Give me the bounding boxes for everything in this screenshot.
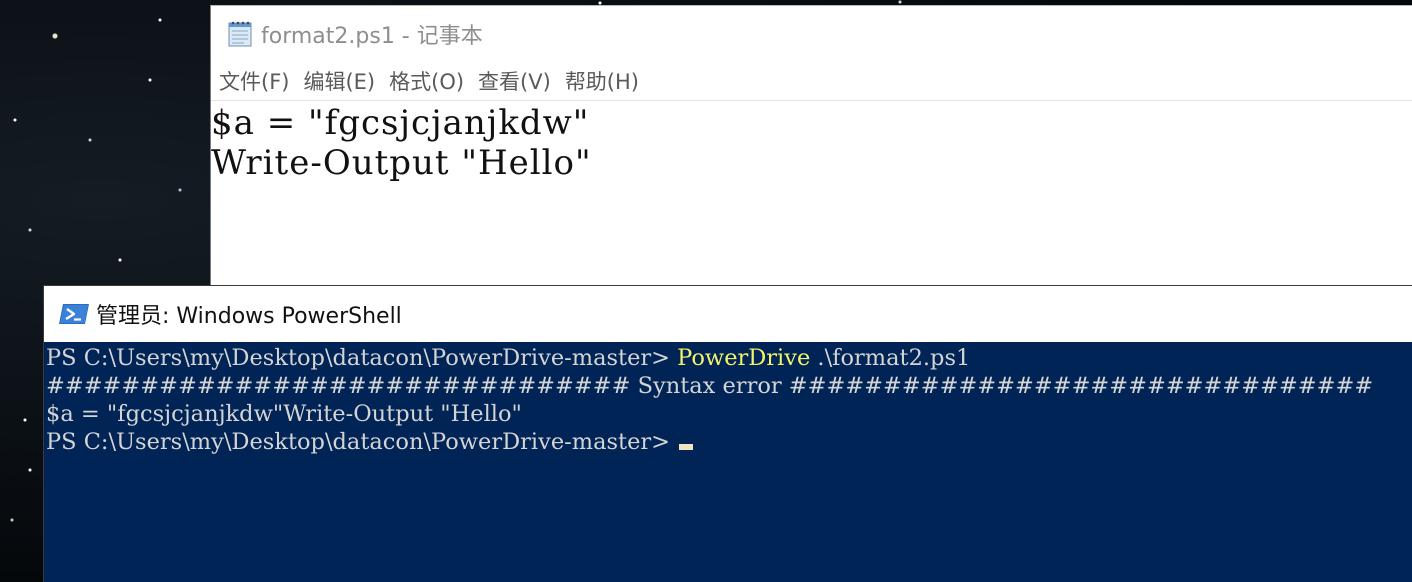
powershell-title: 管理员: Windows PowerShell [96,304,402,329]
editor-line: $a = "fgcsjcjanjkdw" [211,103,590,143]
console-command: PowerDrive [677,345,811,371]
powershell-icon [59,304,89,324]
console-line: PS C:\Users\my\Desktop\datacon\PowerDriv… [46,428,1412,456]
console-line: PS C:\Users\my\Desktop\datacon\PowerDriv… [46,344,1412,372]
editor-line: Write-Output "Hello" [211,143,592,183]
menu-file[interactable]: 文件(F) [219,66,289,96]
menu-edit[interactable]: 编辑(E) [303,66,375,96]
powershell-titlebar[interactable]: 管理员: Windows PowerShell [44,286,1412,342]
menu-view[interactable]: 查看(V) [478,66,551,96]
notepad-window[interactable]: format2.ps1 - 记事本 文件(F) 编辑(E) 格式(O) 查看(V… [210,5,1412,287]
console-line: ############################### Syntax e… [46,373,1374,399]
notepad-icon [228,21,252,47]
menu-help[interactable]: 帮助(H) [565,66,639,96]
powershell-console[interactable]: PS C:\Users\my\Desktop\datacon\PowerDriv… [44,342,1412,456]
console-line: $a = "fgcsjcjanjkdw"Write-Output "Hello" [46,401,522,427]
console-args: .\format2.ps1 [810,345,971,371]
console-prompt: PS C:\Users\my\Desktop\datacon\PowerDriv… [46,429,678,455]
menu-format[interactable]: 格式(O) [389,66,464,96]
console-prompt: PS C:\Users\my\Desktop\datacon\PowerDriv… [46,345,678,371]
text-cursor [679,444,694,450]
notepad-titlebar[interactable]: format2.ps1 - 记事本 [211,6,1412,62]
powershell-window[interactable]: 管理员: Windows PowerShell PS C:\Users\my\D… [43,285,1412,582]
notepad-menubar: 文件(F) 编辑(E) 格式(O) 查看(V) 帮助(H) [211,62,1412,101]
notepad-text-area[interactable]: $a = "fgcsjcjanjkdw" Write-Output "Hello… [211,101,1412,183]
notepad-title: format2.ps1 - 记事本 [261,24,483,49]
